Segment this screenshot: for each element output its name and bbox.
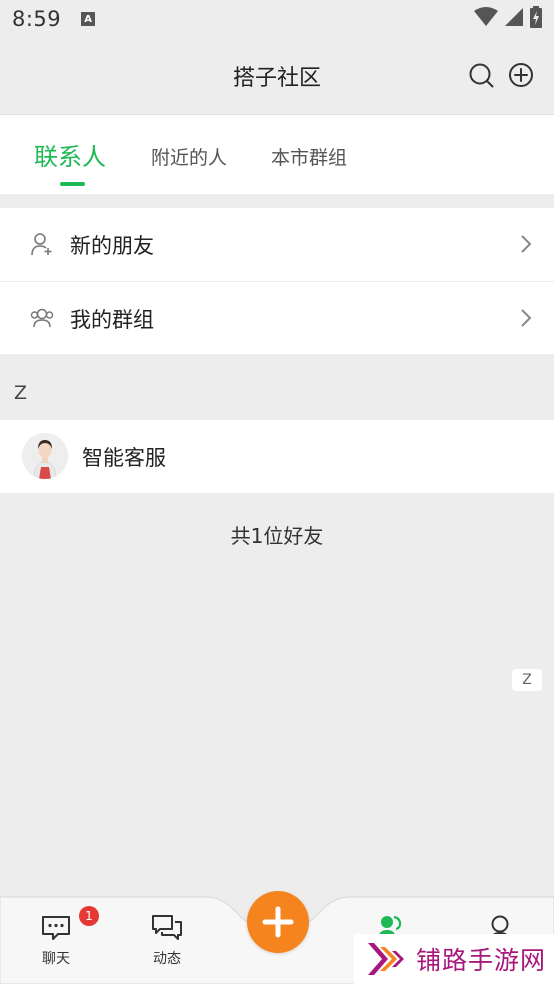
tab-city-groups[interactable]: 本市群组 xyxy=(271,143,347,170)
notification-icon: A xyxy=(81,12,96,26)
contact-row[interactable]: 智能客服 xyxy=(0,420,554,493)
chevron-right-icon xyxy=(521,235,532,253)
tab-bar: 联系人 附近的人 本市群组 xyxy=(0,114,554,194)
watermark-text: 铺路手游网 xyxy=(416,946,547,975)
index-bar-letter[interactable]: Z xyxy=(512,669,542,691)
status-bar: 8:59 A xyxy=(0,0,554,38)
tab-contacts[interactable]: 联系人 xyxy=(34,137,106,172)
menu-label: 新的朋友 xyxy=(70,234,154,258)
contacts-screen: 8:59 A 搭子社区 联系人 附近的人 本市群组 新的朋友 我的群组 Z 智能… xyxy=(0,0,554,984)
menu-item-my-groups[interactable]: 我的群组 xyxy=(0,281,554,354)
watermark: 铺路手游网 xyxy=(354,934,554,984)
status-icons xyxy=(474,6,542,28)
publish-button[interactable] xyxy=(247,891,309,953)
chevron-right-icon xyxy=(521,309,532,327)
contact-name: 智能客服 xyxy=(82,446,166,470)
menu-item-new-friends[interactable]: 新的朋友 xyxy=(0,208,554,281)
menu-label: 我的群组 xyxy=(70,308,154,332)
unread-badge: 1 xyxy=(79,906,99,926)
nav-chat-label: 聊天 xyxy=(42,951,70,967)
signal-icon xyxy=(505,8,523,26)
add-person-icon xyxy=(31,233,52,256)
feed-bubbles-icon xyxy=(152,915,182,940)
nav-feed-label: 动态 xyxy=(153,951,181,967)
tab-indicator xyxy=(60,182,85,186)
search-icon[interactable] xyxy=(468,62,494,88)
friend-count: 共1位好友 xyxy=(230,524,324,548)
status-time: 8:59 xyxy=(12,7,62,31)
plus-icon xyxy=(262,906,294,938)
wifi-icon xyxy=(474,7,498,26)
battery-icon xyxy=(530,6,542,28)
chat-bubble-icon xyxy=(42,916,70,940)
section-header-letter: Z xyxy=(14,382,28,404)
add-circle-icon[interactable] xyxy=(508,62,534,88)
tab-nearby[interactable]: 附近的人 xyxy=(151,143,227,170)
nav-chat[interactable]: 聊天 xyxy=(26,914,86,968)
title-bar: 搭子社区 xyxy=(0,38,554,114)
watermark-logo xyxy=(368,943,404,975)
nav-feed[interactable]: 动态 xyxy=(137,914,197,968)
group-icon xyxy=(30,308,54,328)
menu-list: 新的朋友 我的群组 xyxy=(0,208,554,354)
avatar xyxy=(22,433,68,479)
